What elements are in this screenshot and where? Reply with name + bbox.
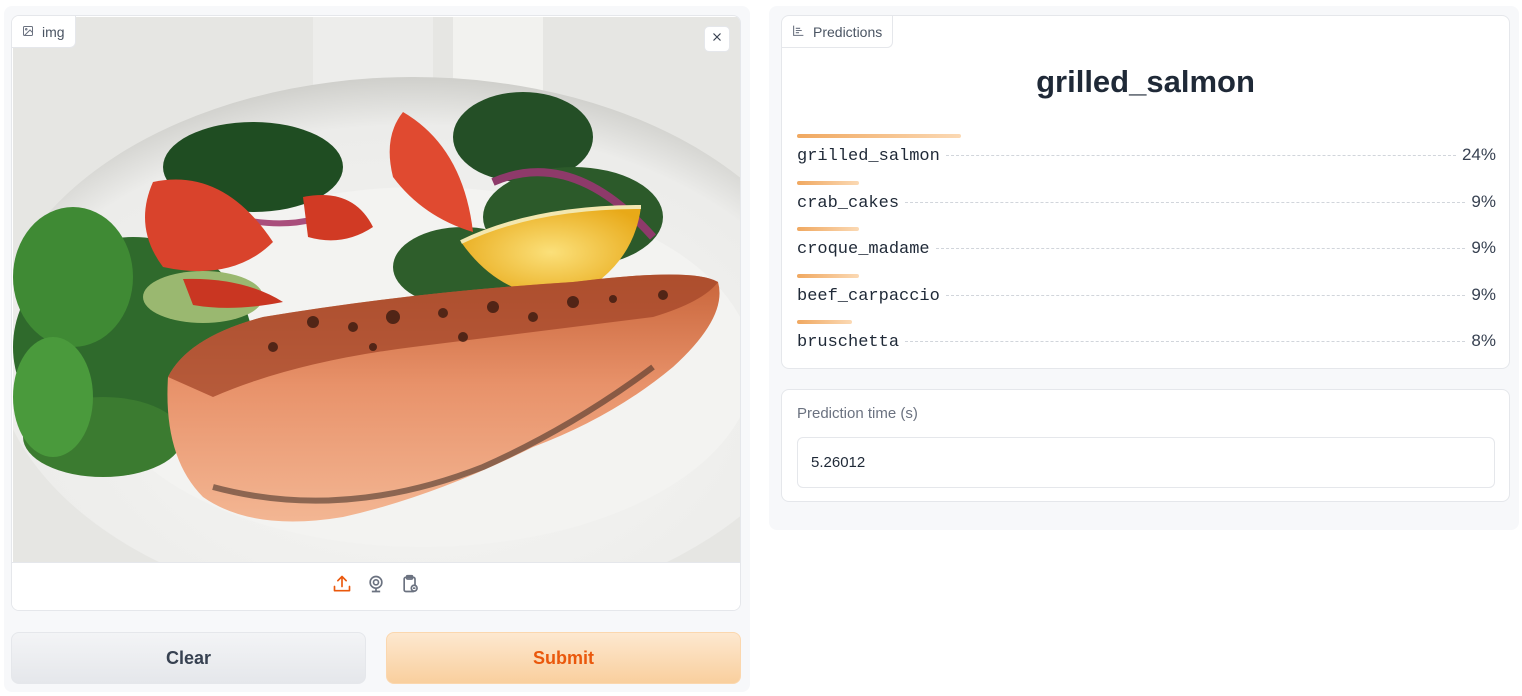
clipboard-source-button[interactable] xyxy=(400,574,420,599)
webcam-source-button[interactable] xyxy=(366,574,386,599)
confidence-item[interactable]: bruschetta 8% xyxy=(797,319,1496,366)
submit-button[interactable]: Submit xyxy=(386,632,741,684)
dotted-leader xyxy=(945,294,1466,296)
bar-chart-icon xyxy=(792,24,805,40)
upload-source-button[interactable] xyxy=(332,574,352,599)
input-column: img Clear Submit xyxy=(4,6,750,692)
confidence-item[interactable]: crab_cakes 9% xyxy=(797,180,1496,227)
confidence-item[interactable]: beef_carpaccio 9% xyxy=(797,273,1496,320)
confidence-bar xyxy=(797,134,961,138)
clear-button[interactable]: Clear xyxy=(11,632,366,684)
top-prediction: grilled_salmon xyxy=(1036,64,1255,99)
prediction-time-field[interactable] xyxy=(797,437,1495,488)
prediction-time-label: Prediction time (s) xyxy=(797,405,918,422)
confidence-item[interactable]: grilled_salmon 24% xyxy=(797,133,1496,180)
dotted-leader xyxy=(905,341,1466,342)
class-name: grilled_salmon xyxy=(797,147,940,166)
confidence-list: grilled_salmon 24% crab_cakes 9% croque_ma… xyxy=(797,133,1496,366)
food-photo xyxy=(13,17,740,563)
close-icon xyxy=(711,30,723,48)
class-name: beef_carpaccio xyxy=(797,286,940,306)
predictions-panel: Predictions grilled_salmon grilled_salmo… xyxy=(781,15,1510,369)
confidence-item[interactable]: croque_madame 9% xyxy=(797,226,1496,273)
dotted-leader xyxy=(945,155,1456,156)
image-input-label-text: img xyxy=(42,23,65,40)
class-percent: 9% xyxy=(1471,238,1496,257)
image-input-label: img xyxy=(12,16,76,48)
webcam-icon xyxy=(366,574,386,599)
class-percent: 9% xyxy=(1471,284,1496,304)
class-percent: 24% xyxy=(1461,145,1496,164)
remove-image-button[interactable] xyxy=(704,26,730,52)
image-icon xyxy=(22,24,34,40)
dotted-leader xyxy=(935,248,1466,249)
confidence-bar xyxy=(797,180,859,185)
dotted-leader xyxy=(905,201,1466,203)
clipboard-icon xyxy=(400,574,420,599)
class-name: crab_cakes xyxy=(797,193,900,213)
confidence-bar xyxy=(797,320,852,324)
class-name: bruschetta xyxy=(797,333,900,352)
confidence-bar xyxy=(797,227,859,231)
class-percent: 9% xyxy=(1471,191,1496,211)
predictions-label: Predictions xyxy=(782,16,894,48)
predictions-label-text: Predictions xyxy=(813,23,883,40)
confidence-bar xyxy=(797,273,859,278)
image-source-bar xyxy=(12,562,740,610)
output-column: Predictions grilled_salmon grilled_salmo… xyxy=(769,6,1519,530)
class-percent: 8% xyxy=(1471,331,1496,350)
upload-icon xyxy=(332,574,352,599)
prediction-time-panel: Prediction time (s) xyxy=(781,389,1510,502)
class-name: croque_madame xyxy=(797,240,930,259)
image-input[interactable]: img xyxy=(11,15,741,611)
food-photo-illustration xyxy=(13,17,740,563)
